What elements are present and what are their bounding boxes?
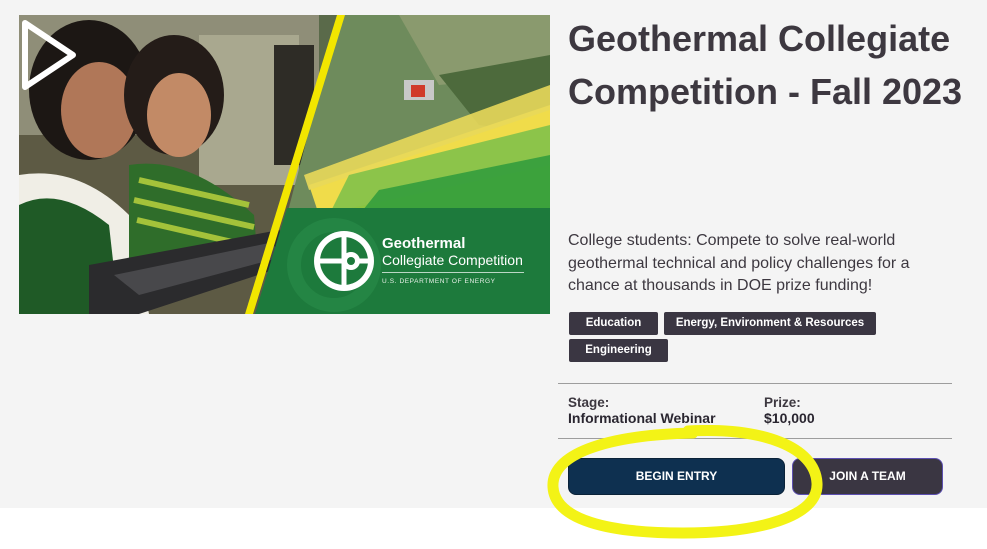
- prize-label: Prize:: [764, 395, 801, 410]
- divider-bottom: [558, 438, 952, 439]
- logo-subtitle: Collegiate Competition: [382, 252, 523, 268]
- competition-title: Geothermal Collegiate Competition - Fall…: [568, 18, 963, 112]
- divider-top: [558, 383, 952, 384]
- hero-illustration: [19, 15, 550, 314]
- tag-engineering[interactable]: Engineering: [569, 339, 668, 362]
- stage-value: Informational Webinar: [568, 410, 716, 426]
- begin-entry-button[interactable]: BEGIN ENTRY: [568, 458, 785, 495]
- logo-department: U.S. DEPARTMENT OF ENERGY: [382, 278, 496, 285]
- hero-video-thumbnail[interactable]: Geothermal Collegiate Competition U.S. D…: [19, 15, 550, 314]
- prize-value: $10,000: [764, 410, 815, 426]
- tag-energy-environment-resources[interactable]: Energy, Environment & Resources: [664, 312, 876, 335]
- play-icon[interactable]: [19, 15, 79, 95]
- join-team-button[interactable]: JOIN A TEAM: [792, 458, 943, 495]
- competition-description: College students: Compete to solve real-…: [568, 232, 910, 294]
- stage-label: Stage:: [568, 395, 610, 410]
- tag-education[interactable]: Education: [569, 312, 658, 335]
- logo-title: Geothermal: [382, 235, 466, 252]
- logo-divider: [382, 272, 524, 273]
